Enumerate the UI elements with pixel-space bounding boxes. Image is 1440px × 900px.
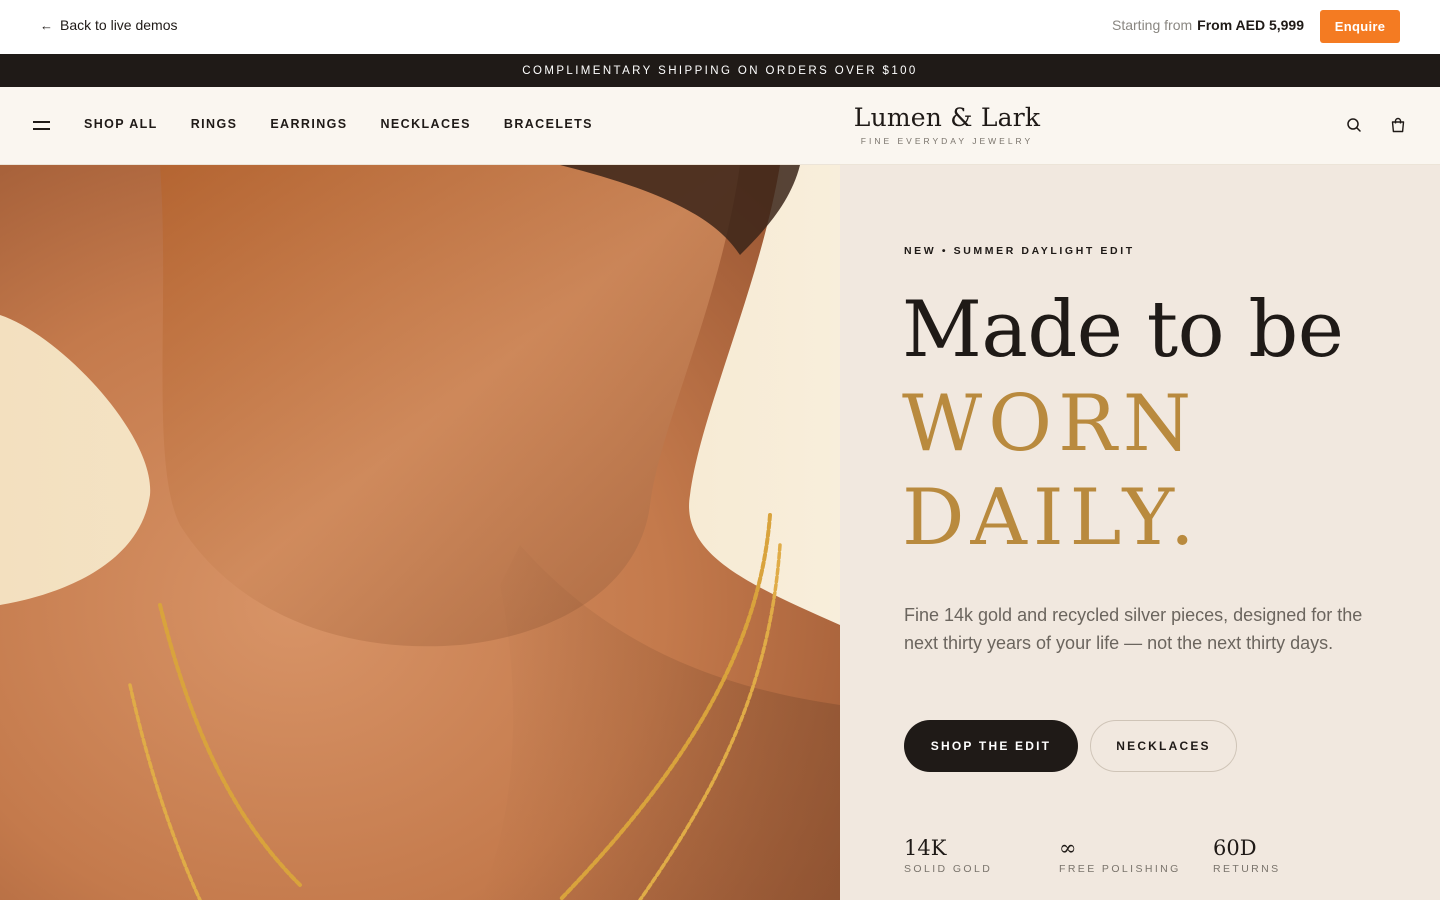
stat-value: 14K: [904, 836, 947, 860]
enquire-button[interactable]: Enquire: [1320, 10, 1400, 43]
hero-description: Fine 14k gold and recycled silver pieces…: [904, 605, 1363, 653]
hero-image: [0, 165, 840, 900]
shop-the-edit-button[interactable]: SHOP THE EDIT: [904, 720, 1078, 772]
price-prefix: Starting from: [1112, 17, 1193, 33]
headline-line-3: DAILY.: [902, 473, 1201, 563]
nav-link-bracelets[interactable]: BRACELETS: [504, 117, 593, 131]
stat-label: RETURNS: [1213, 863, 1281, 875]
bag-icon[interactable]: [1389, 116, 1407, 134]
stat-solid-gold: 14K SOLID GOLD: [904, 835, 992, 875]
necklace-model-photo: [0, 165, 840, 900]
hero-eyebrow: NEW • SUMMER DAYLIGHT EDIT: [904, 245, 1135, 257]
stat-free-polishing: ∞ FREE POLISHING: [1059, 835, 1181, 875]
back-link-label: Back to live demos: [60, 17, 178, 33]
brand-tagline: FINE EVERYDAY JEWELRY: [860, 136, 1034, 146]
main-nav: SHOP ALL RINGS EARRINGS NECKLACES BRACEL…: [0, 87, 1440, 165]
price-value: From AED 5,999: [1197, 17, 1304, 33]
menu-icon[interactable]: [33, 118, 51, 132]
starting-price: Starting from From AED 5,999: [1112, 17, 1304, 33]
search-icon[interactable]: [1345, 116, 1363, 134]
nav-link-necklaces[interactable]: NECKLACES: [381, 117, 471, 131]
nav-link-shop-all[interactable]: SHOP ALL: [84, 117, 158, 131]
brand-logo[interactable]: Lumen & Lark FINE EVERYDAY JEWELRY: [850, 103, 1044, 146]
announcement-text: COMPLIMENTARY SHIPPING ON ORDERS OVER $1…: [522, 64, 918, 77]
stat-label: FREE POLISHING: [1059, 863, 1181, 875]
arrow-left-icon: ←: [40, 17, 53, 33]
nav-link-rings[interactable]: RINGS: [191, 117, 238, 131]
demo-bar: ← Back to live demos Starting from From …: [0, 0, 1440, 54]
hero-panel: NEW • SUMMER DAYLIGHT EDIT Made to be WO…: [840, 165, 1440, 900]
back-to-demos-link[interactable]: ← Back to live demos: [40, 17, 178, 33]
stat-value: ∞: [1059, 836, 1077, 860]
nav-links: SHOP ALL RINGS EARRINGS NECKLACES BRACEL…: [84, 117, 593, 131]
stat-label: SOLID GOLD: [904, 863, 993, 875]
hero-headline: Made to be WORN DAILY.: [902, 283, 1344, 565]
headline-line-1: Made to be: [902, 285, 1344, 375]
stat-value: 60D: [1213, 836, 1257, 860]
brand-name: Lumen & Lark: [853, 103, 1041, 132]
announcement-bar: COMPLIMENTARY SHIPPING ON ORDERS OVER $1…: [0, 54, 1440, 87]
headline-line-2: WORN: [902, 379, 1198, 469]
stat-returns: 60D RETURNS: [1213, 835, 1281, 875]
nav-link-earrings[interactable]: EARRINGS: [270, 117, 347, 131]
necklaces-button[interactable]: NECKLACES: [1090, 720, 1237, 772]
